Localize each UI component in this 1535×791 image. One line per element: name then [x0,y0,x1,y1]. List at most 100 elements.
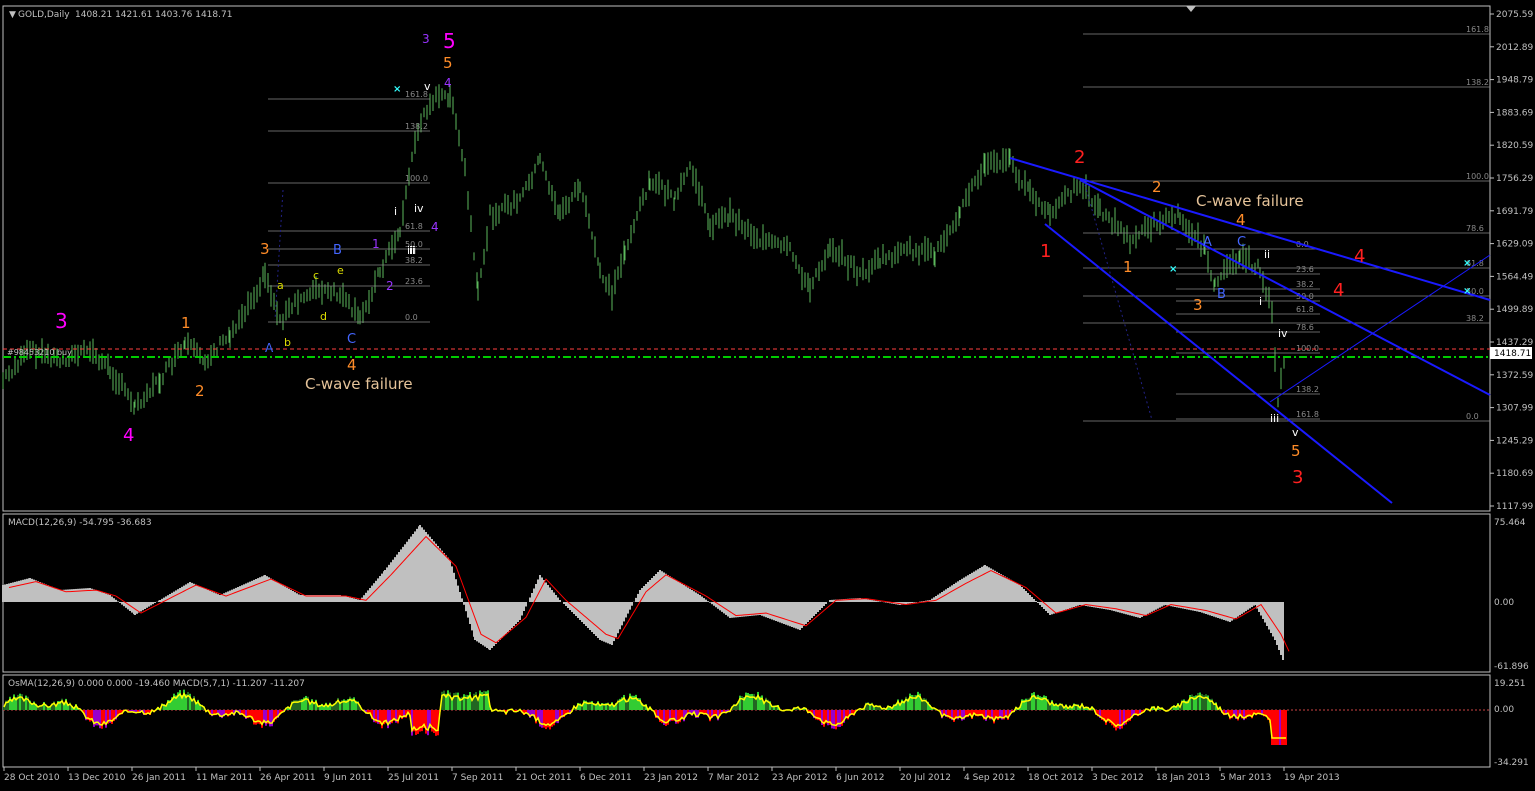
c-wave-failure-right: C-wave failure [1196,192,1304,210]
current-price-value: 1418.71 [1494,349,1531,359]
wave-label: 5 [443,29,456,53]
wave-label: iii [407,244,416,257]
fib-level-label: 138.2 [405,122,428,131]
date-tick-label: 18 Oct 2012 [1028,773,1084,783]
wave-label: 1 [372,237,380,251]
fib-level-label: 61.8 [405,222,423,231]
wave-label: A [1203,235,1212,250]
price-tick-label: 2012.89 [1496,43,1533,53]
date-tick-label: 23 Apr 2012 [772,773,828,783]
wave-label: 4 [123,425,134,446]
fib-level-label: 23.6 [405,277,423,286]
wave-label: 3 [1292,467,1303,488]
price-tick-label: 2075.59 [1496,10,1533,20]
wave-label: 4 [1236,211,1246,229]
date-tick-label: 4 Sep 2012 [964,773,1015,783]
wave-label: 5 [443,54,453,72]
price-tick-label: 1180.69 [1496,469,1533,479]
osma-label: OsMA(12,26,9) 0.000 0.000 -19.460 MACD(5… [8,679,305,689]
wave-label: iv [414,202,424,215]
cross-marker-icon: × [1169,264,1177,275]
date-tick-label: 3 Dec 2012 [1092,773,1144,783]
fib-level-label: 161.8 [1296,410,1319,419]
price-tick-label: 1564.49 [1496,272,1533,282]
date-tick-label: 20 Jul 2012 [900,773,951,783]
price-tick-label: 1629.09 [1496,240,1533,250]
wave-label: 3 [1193,296,1203,314]
date-tick-label: 23 Jan 2012 [644,773,698,783]
wave-label: 3 [55,309,68,333]
date-tick-label: 18 Jan 2013 [1156,773,1210,783]
osma-axis-label: 19.251 [1494,679,1526,689]
fib-level-label: 50.0 [1296,292,1314,301]
price-tick-label: 1372.59 [1496,371,1533,381]
wave-label: A [265,341,274,355]
cross-marker-icon: × [1463,286,1471,297]
price-tick-label: 1756.29 [1496,174,1533,184]
wave-label: 2 [1074,147,1085,168]
price-axis: 2075.59 2012.89 1948.79 1883.69 1820.59 1756.… [1490,10,1533,768]
wave-label: ii [1264,248,1270,261]
wave-label: iii [1270,412,1279,425]
wave-label: i [1259,295,1262,308]
wave-label: C [347,332,356,347]
fib-level-label: 138.2 [1296,385,1319,394]
price-tick-label: 1883.69 [1496,108,1533,118]
wave-label: iv [1278,327,1288,340]
wave-label: 5 [1291,442,1301,460]
c-wave-failure-left: C-wave failure [305,375,413,393]
fib-level-label: 0.0 [1466,412,1479,421]
macd-axis-label: -61.896 [1494,662,1529,672]
wave-label: 2 [195,382,205,400]
wave-label: 4 [347,356,357,374]
wave-label: 1 [1040,241,1051,262]
wave-label: B [333,243,342,258]
price-tick-label: 1820.59 [1496,141,1533,151]
wave-label: v [1292,426,1299,439]
symbol-label: GOLD,Daily [18,10,70,20]
chart-window[interactable]: 161.8138.2100.061.850.038.223.60.0161.81… [0,0,1535,791]
wave-label: 2 [1152,178,1162,196]
wave-label: 2 [386,279,394,293]
date-tick-label: 26 Jan 2011 [132,773,186,783]
date-tick-label: 7 Sep 2011 [452,773,503,783]
osma-axis-label: 0.00 [1494,705,1514,715]
date-tick-label: 28 Oct 2010 [4,773,60,783]
date-tick-label: 26 Apr 2011 [260,773,316,783]
wave-label: 4 [1354,246,1365,267]
price-tick-label: 1437.29 [1496,338,1533,348]
price-tick-label: 1245.29 [1496,436,1533,446]
fib-level-label: 100.0 [405,174,428,183]
date-tick-label: 13 Dec 2010 [68,773,126,783]
price-tick-label: 1117.99 [1496,502,1533,512]
fib-level-label: 38.2 [405,256,423,265]
fib-level-label: 23.6 [1296,265,1314,274]
date-tick-label: 11 Mar 2011 [196,773,253,783]
macd-axis-label: 0.00 [1494,598,1514,608]
date-tick-label: 6 Dec 2011 [580,773,632,783]
wave-label: 4 [431,220,439,234]
symbol-arrow-icon[interactable]: ▼ [9,10,16,20]
wave-label: C [1237,235,1246,250]
wave-label: a [277,279,284,292]
macd-axis-label: 75.464 [1494,518,1526,528]
wave-label: i [394,205,397,218]
wave-label: 3 [422,32,430,46]
date-axis: 28 Oct 2010 13 Dec 2010 26 Jan 2011 11 Mar … [3,767,1340,783]
cross-marker-icon: × [1463,258,1471,269]
price-tick-label: 1948.79 [1496,76,1533,86]
date-tick-label: 19 Apr 2013 [1284,773,1340,783]
fib-level-label: 61.8 [1296,305,1314,314]
cross-marker-icon: × [393,84,401,95]
date-tick-label: 25 Jul 2011 [388,773,439,783]
wave-label: 3 [260,240,270,258]
wave-label: B [1217,287,1226,302]
ohlc-values: 1408.21 1421.61 1403.76 1418.71 [75,10,232,20]
macd-label: MACD(12,26,9) -54.795 -36.683 [8,518,152,528]
price-tick-label: 1307.99 [1496,404,1533,414]
date-tick-label: 9 Jun 2011 [324,773,372,783]
wave-label: 4 [444,76,452,90]
wave-label: b [284,336,291,349]
wave-label: 1 [181,314,191,332]
wave-label: d [320,310,327,323]
